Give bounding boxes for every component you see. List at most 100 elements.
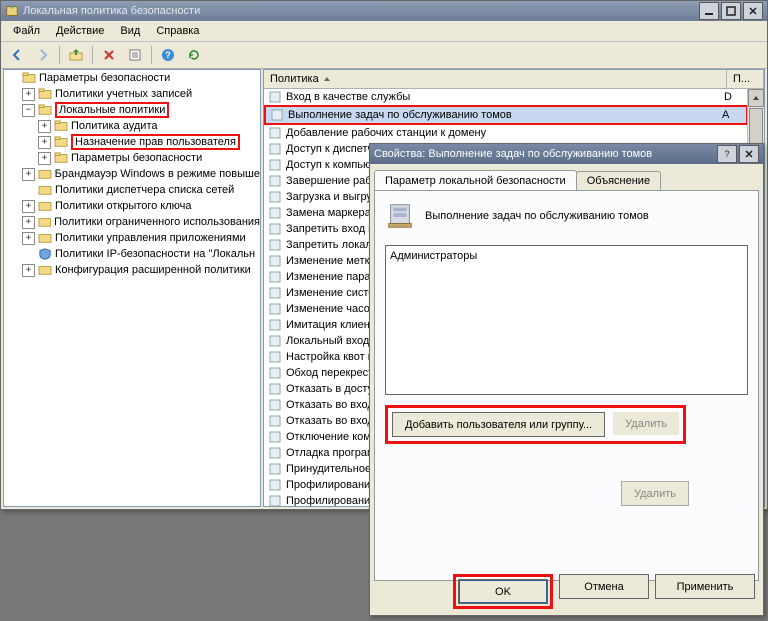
expand-icon[interactable]: +: [22, 264, 35, 277]
forward-button[interactable]: [31, 43, 55, 67]
folder-icon: [38, 88, 52, 100]
column-p[interactable]: П...: [727, 70, 764, 88]
folder-icon: [54, 136, 68, 148]
expand-icon[interactable]: +: [22, 88, 35, 101]
menu-action[interactable]: Действие: [48, 23, 112, 39]
tree-pane[interactable]: Параметры безопасности + Политики учетны…: [3, 69, 261, 507]
list-item[interactable]: Вход в качестве службыD: [264, 89, 748, 105]
tree-label: Политики открытого ключа: [55, 200, 191, 212]
collapse-icon[interactable]: −: [22, 104, 35, 117]
tree-item-softres[interactable]: + Политики ограниченного использования: [22, 214, 260, 230]
tree-item-advaudit[interactable]: + Конфигурация расширенной политики: [22, 262, 260, 278]
cancel-button[interactable]: Отмена: [559, 574, 649, 599]
menu-file[interactable]: Файл: [5, 23, 48, 39]
delete-button[interactable]: [97, 43, 121, 67]
help-button[interactable]: ?: [156, 43, 180, 67]
tree-label: Конфигурация расширенной политики: [55, 264, 251, 276]
list-item[interactable]: Добавление рабочих станции к домену: [264, 125, 748, 141]
tree-item-audit[interactable]: + Политика аудита: [38, 118, 260, 134]
app-icon: [5, 4, 19, 18]
tree-item-local[interactable]: − Локальные политики: [22, 102, 260, 118]
separator-icon: [59, 46, 60, 64]
expand-icon[interactable]: +: [22, 216, 35, 229]
expand-icon[interactable]: +: [22, 232, 35, 245]
main-titlebar[interactable]: Локальная политика безопасности: [1, 1, 767, 21]
folder-icon: [38, 104, 52, 116]
folder-icon: [54, 152, 68, 164]
tree-label: Политики учетных записей: [55, 88, 192, 100]
menu-view[interactable]: Вид: [112, 23, 148, 39]
folder-icon: [38, 232, 52, 244]
policy-icon: [268, 286, 282, 300]
refresh-button[interactable]: [182, 43, 206, 67]
policy-icon: [270, 108, 284, 122]
expand-icon[interactable]: +: [38, 152, 51, 165]
policy-icon: [268, 238, 282, 252]
expand-icon[interactable]: +: [38, 136, 51, 149]
tree-item-netlist[interactable]: Политики диспетчера списка сетей: [22, 182, 260, 198]
close-button[interactable]: [739, 145, 759, 163]
back-button[interactable]: [5, 43, 29, 67]
list-item[interactable]: Выполнение задач по обслуживанию томовА: [264, 105, 748, 125]
tree-item-appctrl[interactable]: + Политики управления приложениями: [22, 230, 260, 246]
separator-icon: [151, 46, 152, 64]
expand-icon[interactable]: +: [38, 120, 51, 133]
tab-page: Выполнение задач по обслуживанию томов А…: [374, 190, 759, 581]
expand-icon: [6, 72, 19, 85]
policy-icon: [268, 334, 282, 348]
tree-label: Параметры безопасности: [71, 152, 202, 164]
ok-button[interactable]: OK: [458, 579, 548, 604]
properties-dialog: Свойства: Выполнение задач по обслуживан…: [369, 143, 764, 616]
tree-label: Назначение прав пользователя: [71, 134, 240, 150]
policy-icon: [268, 382, 282, 396]
dialog-client: Параметр локальной безопасности Объяснен…: [374, 168, 759, 581]
tree-item-rights[interactable]: + Назначение прав пользователя: [38, 134, 260, 150]
tree-item-secopts[interactable]: + Параметры безопасности: [38, 150, 260, 166]
tab-explanation[interactable]: Объяснение: [576, 171, 661, 190]
column-policy[interactable]: Политика: [264, 70, 727, 88]
svg-text:?: ?: [724, 149, 729, 159]
folder-icon: [38, 200, 52, 212]
dialog-title: Свойства: Выполнение задач по обслуживан…: [374, 148, 715, 160]
scroll-up-button[interactable]: [748, 89, 764, 107]
list-item-value: А: [722, 109, 746, 121]
tree-item-pubkey[interactable]: + Политики открытого ключа: [22, 198, 260, 214]
tab-local-security[interactable]: Параметр локальной безопасности: [374, 170, 577, 190]
folder-icon: [54, 120, 68, 132]
dialog-titlebar[interactable]: Свойства: Выполнение задач по обслуживан…: [370, 144, 763, 164]
policy-icon: [268, 270, 282, 284]
folder-icon: [38, 264, 52, 276]
tab-strip: Параметр локальной безопасности Объяснен…: [374, 168, 759, 190]
maximize-button[interactable]: [721, 2, 741, 20]
policy-icon: [268, 318, 282, 332]
policy-icon: [268, 222, 282, 236]
policy-icon: [268, 158, 282, 172]
policy-icon: [268, 366, 282, 380]
user-list-item[interactable]: Администраторы: [390, 250, 743, 262]
sort-asc-icon: [323, 75, 331, 83]
policy-icon: [268, 478, 282, 492]
apply-button[interactable]: Применить: [655, 574, 755, 599]
properties-button[interactable]: [123, 43, 147, 67]
column-header: Политика П...: [264, 70, 764, 89]
add-user-button[interactable]: Добавить пользователя или группу...: [392, 412, 605, 437]
menu-help[interactable]: Справка: [148, 23, 207, 39]
remove-user-button: Удалить: [621, 481, 689, 506]
expand-icon[interactable]: +: [22, 200, 35, 213]
policy-icon: [268, 190, 282, 204]
policy-icon: [268, 90, 282, 104]
tree-item-firewall[interactable]: + Брандмауэр Windows в режиме повыше: [22, 166, 260, 182]
tree-root[interactable]: Параметры безопасности: [6, 70, 260, 86]
tree-item-ipsec[interactable]: Политики IP-безопасности на "Локальн: [22, 246, 260, 262]
up-button[interactable]: [64, 43, 88, 67]
expand-icon[interactable]: +: [22, 168, 35, 181]
policy-icon: [268, 254, 282, 268]
tree-item-accounts[interactable]: + Политики учетных записей: [22, 86, 260, 102]
user-list[interactable]: Администраторы: [385, 245, 748, 395]
policy-icon: [268, 142, 282, 156]
list-item-value: D: [724, 91, 748, 103]
server-icon: [385, 201, 415, 231]
close-button[interactable]: [743, 2, 763, 20]
minimize-button[interactable]: [699, 2, 719, 20]
help-button[interactable]: ?: [717, 145, 737, 163]
